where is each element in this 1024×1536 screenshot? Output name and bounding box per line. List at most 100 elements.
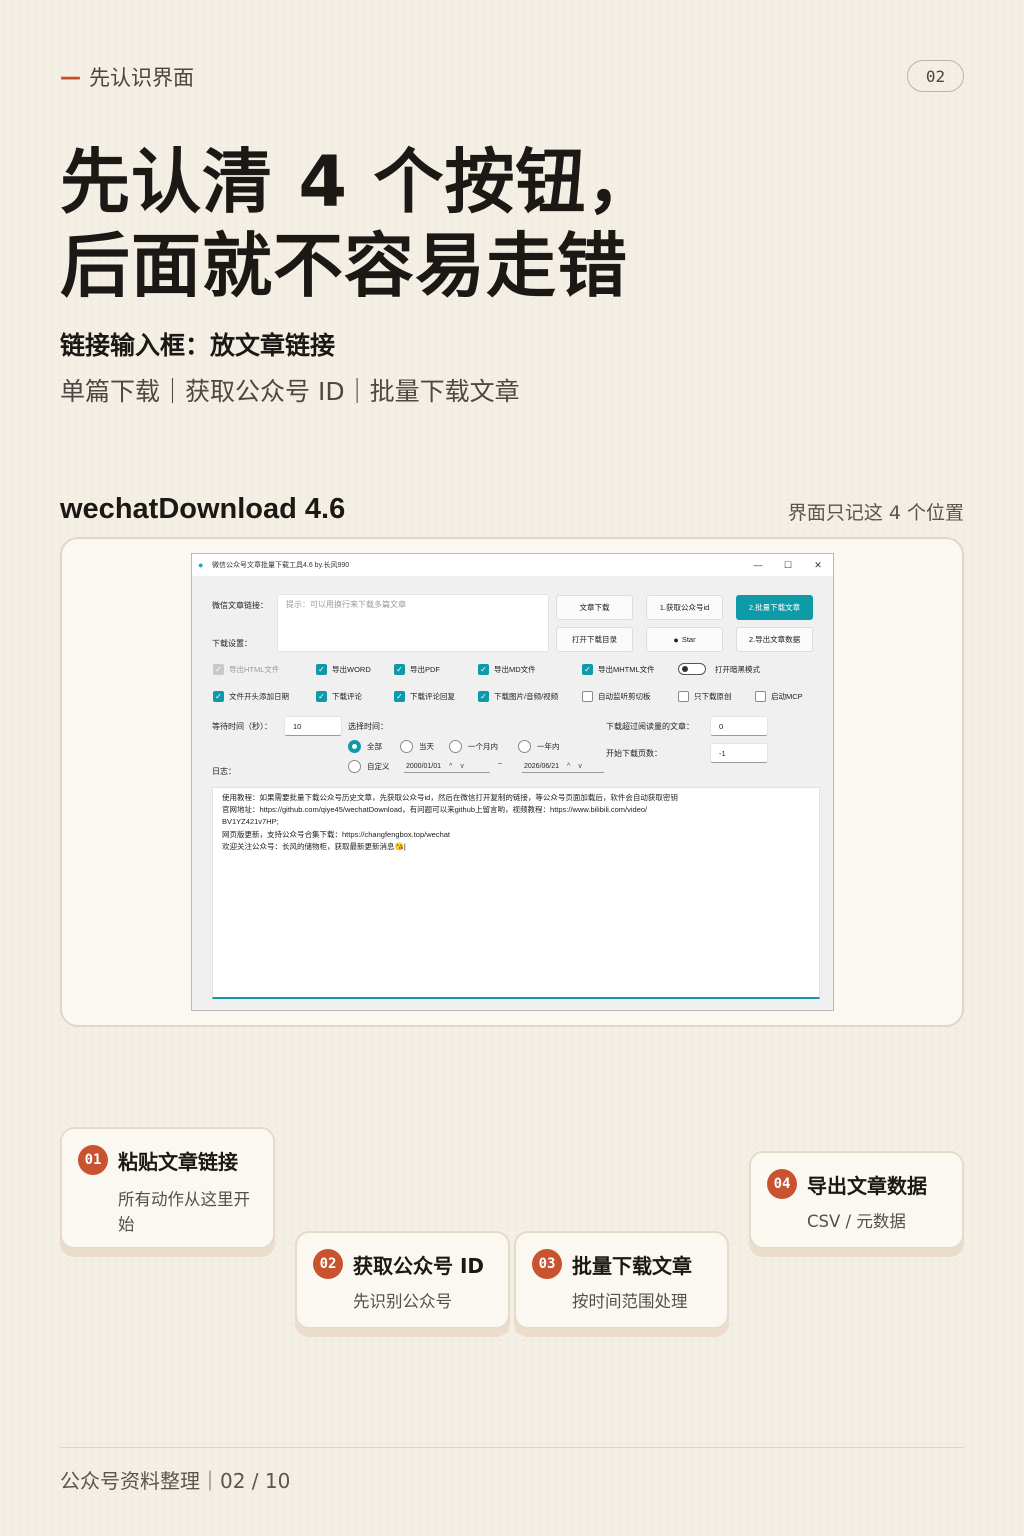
option-export-md[interactable]: ✓ 导出MD文件: [478, 664, 536, 675]
minimize-button[interactable]: —: [743, 554, 773, 576]
close-button[interactable]: ✕: [803, 554, 833, 576]
window-title: 微信公众号文章批量下载工具4.6 by.长风990: [212, 562, 350, 569]
log-textarea[interactable]: 使用教程：如果需要批量下载公众号历史文章，先获取公众号id，然后在微信打开复制的…: [212, 787, 820, 999]
option-label: 打开暗黑模式: [715, 664, 760, 674]
option-label: 只下载原创: [694, 692, 732, 701]
feature-line: 单篇下载｜获取公众号 ID｜批量下载文章: [60, 377, 520, 406]
headline-line-2: 后面就不容易走错: [60, 225, 628, 307]
option-download-replies[interactable]: ✓ 下载评论回复: [394, 691, 455, 702]
radio-custom[interactable]: 自定义: [348, 760, 390, 773]
step-badge: 02: [313, 1249, 343, 1279]
callout-desc: 先识别公众号: [353, 1292, 452, 1311]
star-label: Star: [681, 635, 696, 644]
option-export-pdf[interactable]: ✓ 导出PDF: [394, 664, 440, 675]
option-label: 下载评论回复: [410, 692, 455, 701]
radio-label: 一年内: [537, 742, 560, 751]
option-label: 文件开头添加日期: [229, 692, 289, 701]
callout-paste-link: 01 粘贴文章链接 所有动作从这里开始: [60, 1127, 275, 1249]
get-account-id-button[interactable]: 1.获取公众号id: [646, 595, 723, 620]
check-icon: ✓: [213, 664, 224, 675]
radio-icon: [400, 740, 413, 753]
radio-label: 全部: [367, 742, 382, 751]
footer-divider: [60, 1447, 964, 1448]
app-note: 界面只记这 4 个位置: [787, 502, 964, 524]
url-label: 微信文章链接：: [212, 601, 268, 610]
headline-line-1: 先认清 4 个按钮，: [60, 141, 658, 223]
chevron-down-icon[interactable]: v: [578, 763, 582, 770]
check-icon: ✓: [316, 691, 327, 702]
callout-desc: CSV / 元数据: [807, 1212, 906, 1231]
option-start-mcp[interactable]: 启动MCP: [755, 691, 803, 702]
start-page-input[interactable]: -1: [710, 743, 768, 763]
option-label: 启动MCP: [771, 692, 803, 701]
radio-selected-icon: [348, 740, 361, 753]
maximize-button[interactable]: ☐: [773, 554, 803, 576]
callout-title: 批量下载文章: [572, 1253, 692, 1278]
option-label: 导出PDF: [410, 665, 440, 674]
option-export-html[interactable]: ✓ 导出HTML文件: [213, 664, 279, 675]
kicker-text: 先认识界面: [89, 66, 194, 90]
date-to-picker[interactable]: 2026/06/21 ^ v: [522, 761, 604, 773]
log-line: BV1YZ421v7HP;: [222, 817, 279, 827]
option-label: 自动监听剪切板: [598, 692, 651, 701]
option-label: 下载图片/音频/视频: [494, 692, 559, 701]
log-line: 官网地址：https://github.com/qiye45/wechatDow…: [222, 805, 648, 815]
radio-label: 自定义: [367, 762, 390, 771]
log-label: 日志：: [212, 767, 236, 776]
check-icon: ✓: [394, 691, 405, 702]
callout-title: 粘贴文章链接: [118, 1149, 238, 1174]
callout-batch-download: 03 批量下载文章 按时间范围处理: [514, 1231, 729, 1329]
check-icon: ✓: [582, 664, 593, 675]
option-download-comments[interactable]: ✓ 下载评论: [316, 691, 362, 702]
min-views-input[interactable]: 0: [710, 716, 768, 736]
radio-icon: [518, 740, 531, 753]
start-page-label: 开始下载页数：: [606, 749, 662, 758]
check-icon: [755, 691, 766, 702]
section-kicker: — 先认识界面: [60, 62, 194, 92]
dark-mode-toggle[interactable]: 打开暗黑模式: [678, 663, 760, 675]
app-logo-icon: ●: [198, 560, 204, 570]
github-icon: ●: [673, 634, 679, 645]
date-from-value: 2000/01/01: [406, 763, 442, 770]
date-from-picker[interactable]: 2000/01/01 ^ v: [404, 761, 490, 773]
min-views-label: 下载超过阅读量的文章：: [606, 722, 694, 731]
callout-desc: 所有动作从这里开始: [118, 1190, 250, 1234]
date-separator: ~: [498, 761, 503, 768]
option-export-word[interactable]: ✓ 导出WORD: [316, 664, 371, 675]
option-label: 导出MHTML文件: [598, 665, 655, 674]
check-icon: ✓: [316, 664, 327, 675]
chevron-down-icon[interactable]: v: [460, 763, 464, 770]
option-label: 导出MD文件: [494, 665, 536, 674]
option-download-media[interactable]: ✓ 下载图片/音频/视频: [478, 691, 558, 702]
export-data-button[interactable]: 2.导出文章数据: [736, 627, 813, 652]
app-name-label: wechatDownload 4.6: [60, 493, 346, 525]
check-icon: [582, 691, 593, 702]
chevron-up-icon[interactable]: ^: [449, 763, 452, 770]
batch-download-button[interactable]: 2.批量下载文章: [736, 595, 813, 620]
option-label: 导出HTML文件: [229, 665, 280, 674]
wait-time-input[interactable]: 10: [284, 716, 342, 736]
article-download-button[interactable]: 文章下载: [556, 595, 633, 620]
radio-all[interactable]: 全部: [348, 740, 382, 753]
option-original-only[interactable]: 只下载原创: [678, 691, 732, 702]
radio-today[interactable]: 当天: [400, 740, 434, 753]
radio-icon: [348, 760, 361, 773]
option-export-mhtml[interactable]: ✓ 导出MHTML文件: [582, 664, 655, 675]
chevron-up-icon[interactable]: ^: [567, 763, 570, 770]
star-button[interactable]: ● Star: [646, 627, 723, 652]
window-titlebar[interactable]: ● 微信公众号文章批量下载工具4.6 by.长风990 — ☐ ✕: [192, 554, 833, 576]
date-to-value: 2026/06/21: [524, 763, 560, 770]
option-add-date[interactable]: ✓ 文件开头添加日期: [213, 691, 289, 702]
url-input[interactable]: 提示：可以用换行来下载多篇文章: [277, 594, 549, 652]
footer-text: 公众号资料整理｜02 / 10: [60, 1469, 291, 1493]
option-watch-clipboard[interactable]: 自动监听剪切板: [582, 691, 651, 702]
open-download-dir-button[interactable]: 打开下载目录: [556, 627, 633, 652]
log-line: 欢迎关注公众号：长风的储物柜，获取最新更新消息😘|: [222, 841, 406, 851]
settings-label: 下载设置：: [212, 639, 252, 648]
radio-month[interactable]: 一个月内: [449, 740, 498, 753]
callout-get-id: 02 获取公众号 ID 先识别公众号: [295, 1231, 510, 1329]
wait-time-label: 等待时间（秒）：: [212, 722, 272, 731]
radio-label: 当天: [419, 742, 434, 751]
radio-year[interactable]: 一年内: [518, 740, 560, 753]
check-icon: ✓: [478, 691, 489, 702]
